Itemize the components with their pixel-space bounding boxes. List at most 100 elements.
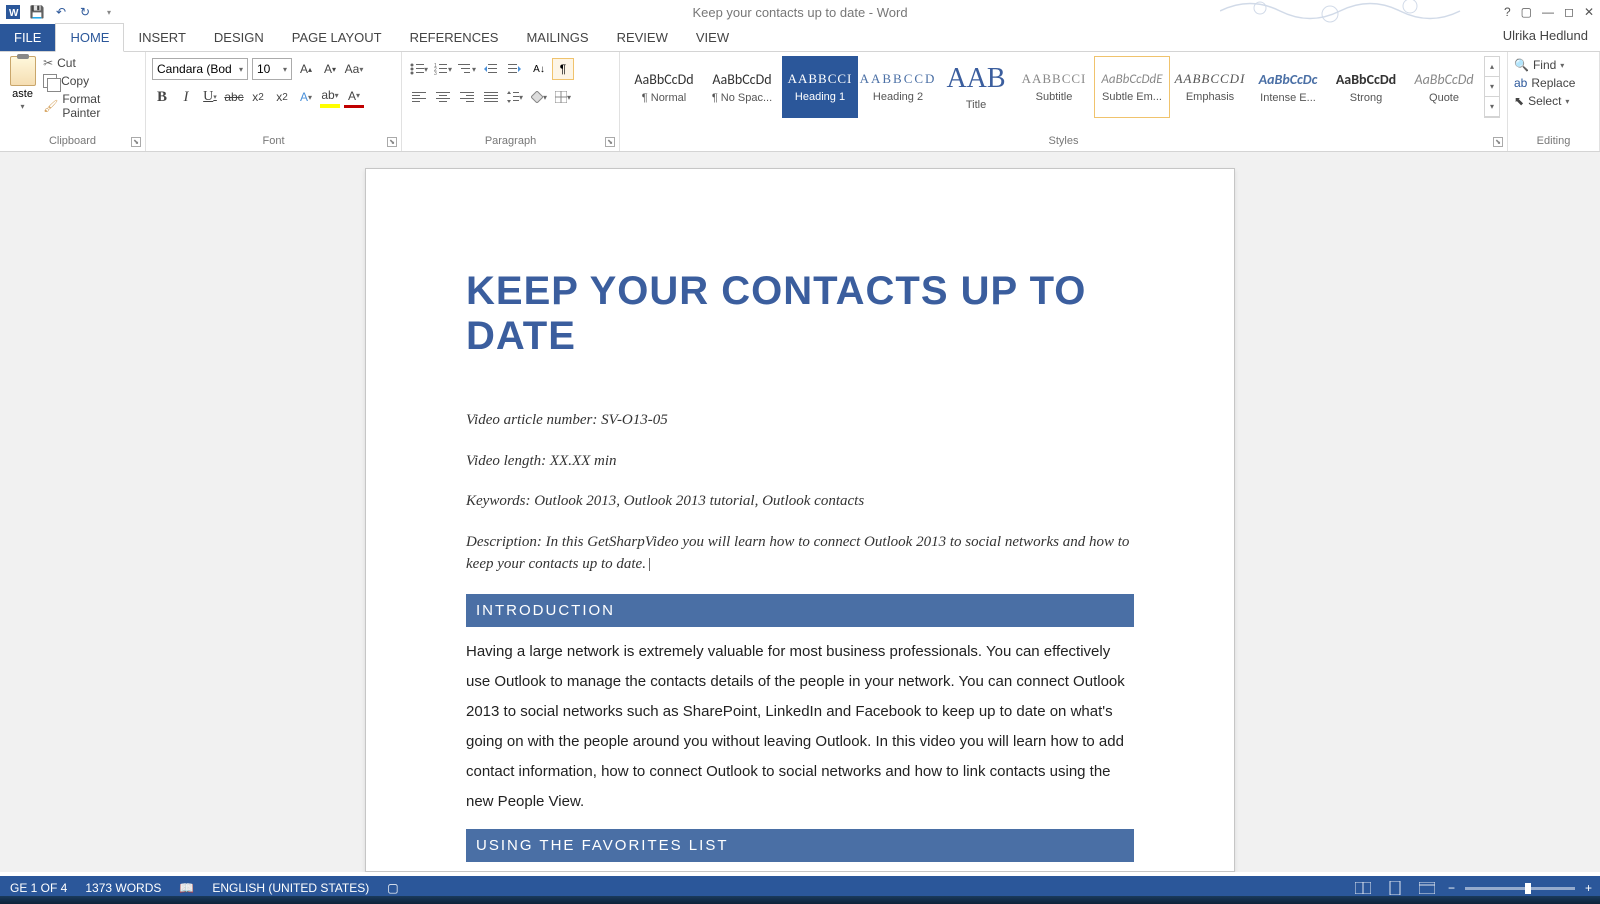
chevron-down-icon: ▾ [21,102,25,111]
multilevel-list-button[interactable]: ▾ [456,58,478,80]
undo-icon[interactable]: ↶ [52,3,70,21]
format-painter-button[interactable]: 🖌Format Painter [43,92,139,120]
style-tile-heading-1[interactable]: AABBCCIHeading 1 [782,56,858,118]
document-area[interactable]: KEEP YOUR CONTACTS UP TO DATE Video arti… [0,152,1600,872]
web-layout-button[interactable] [1416,879,1438,897]
font-launcher[interactable]: ⬊ [387,137,397,147]
grow-font-button[interactable]: A▴ [296,58,316,80]
change-case-button[interactable]: Aa▾ [344,58,364,80]
style-preview: AaBbCcDd [1414,71,1473,88]
style-tile-intense-e-[interactable]: AaBbCcDcIntense E... [1250,56,1326,118]
scissors-icon: ✂ [43,56,53,70]
tab-design[interactable]: DESIGN [200,24,278,51]
style-tile-title[interactable]: AABTitle [938,56,1014,118]
read-mode-button[interactable] [1352,879,1374,897]
style-tile-emphasis[interactable]: AABBCCDIEmphasis [1172,56,1248,118]
select-button[interactable]: ⬉Select▾ [1514,94,1593,108]
bullets-button[interactable]: ▾ [408,58,430,80]
close-icon[interactable]: ✕ [1584,5,1594,19]
replace-label: Replace [1531,76,1575,90]
find-button[interactable]: 🔍Find▾ [1514,58,1593,72]
show-hide-button[interactable]: ¶ [552,58,574,80]
style-tile--normal[interactable]: AaBbCcDd¶ Normal [626,56,702,118]
borders-button[interactable]: ▾ [552,86,574,108]
justify-button[interactable] [480,86,502,108]
superscript-button[interactable]: x2 [272,86,292,108]
style-tile-subtitle[interactable]: AABBCCISubtitle [1016,56,1092,118]
macro-icon[interactable]: ▢ [387,881,398,895]
subscript-button[interactable]: x2 [248,86,268,108]
sort-button[interactable]: A↓ [528,58,550,80]
style-tile--no-spac-[interactable]: AaBbCcDd¶ No Spac... [704,56,780,118]
redo-icon[interactable]: ↻ [76,3,94,21]
group-font: Candara (Bod▾ 10▾ A▴ A▾ Aa▾ B I U▾ abc x… [146,52,402,151]
ribbon-display-icon[interactable]: ▢ [1521,5,1532,19]
align-left-button[interactable] [408,86,430,108]
tab-file[interactable]: FILE [0,24,55,51]
strikethrough-button[interactable]: abc [224,86,244,108]
underline-button[interactable]: U▾ [200,86,220,108]
zoom-slider[interactable] [1465,887,1575,890]
paste-button[interactable]: aste ▾ [6,54,39,120]
style-name-label: ¶ No Spac... [712,92,772,104]
style-preview: AaBbCcDdE [1101,72,1162,87]
scroll-up-icon[interactable]: ▴ [1485,57,1499,77]
group-label-clipboard: Clipboard [6,133,139,151]
replace-button[interactable]: ab Replace [1514,76,1593,90]
line-spacing-button[interactable]: ▾ [504,86,526,108]
zoom-in-button[interactable]: + [1585,881,1592,895]
replace-icon: ab [1514,76,1527,90]
styles-launcher[interactable]: ⬊ [1493,137,1503,147]
align-center-button[interactable] [432,86,454,108]
style-tile-quote[interactable]: AaBbCcDdQuote [1406,56,1482,118]
style-tile-heading-2[interactable]: AABBCCDHeading 2 [860,56,936,118]
cut-button[interactable]: ✂Cut [43,56,139,70]
tab-references[interactable]: REFERENCES [396,24,513,51]
window-controls: ? ▢ — ◻ ✕ [1504,5,1594,19]
style-tile-subtle-em-[interactable]: AaBbCcDdESubtle Em... [1094,56,1170,118]
font-name-combo[interactable]: Candara (Bod▾ [152,58,248,80]
text-effects-button[interactable]: A▾ [296,86,316,108]
styles-scrollbar[interactable]: ▴▾▾ [1484,56,1500,118]
decrease-indent-button[interactable] [480,58,502,80]
style-name-label: Intense E... [1260,92,1316,104]
shading-button[interactable]: ▾ [528,86,550,108]
highlight-button[interactable]: ab▾ [320,86,340,108]
style-tile-strong[interactable]: AaBbCcDdStrong [1328,56,1404,118]
user-name[interactable]: Ulrika Hedlund [1503,28,1588,43]
spellcheck-icon[interactable]: 📖 [179,881,194,895]
select-label: Select [1528,94,1561,108]
shrink-font-button[interactable]: A▾ [320,58,340,80]
tab-mailings[interactable]: MAILINGS [512,24,602,51]
status-page[interactable]: GE 1 OF 4 [10,881,67,895]
status-words[interactable]: 1373 WORDS [85,881,161,895]
numbering-button[interactable]: 123▾ [432,58,454,80]
clipboard-launcher[interactable]: ⬊ [131,137,141,147]
expand-gallery-icon[interactable]: ▾ [1485,97,1499,117]
status-language[interactable]: ENGLISH (UNITED STATES) [212,881,369,895]
tab-insert[interactable]: INSERT [124,24,199,51]
copy-button[interactable]: Copy [43,74,139,88]
save-icon[interactable]: 💾 [28,3,46,21]
copy-icon [43,74,57,88]
tab-page-layout[interactable]: PAGE LAYOUT [278,24,396,51]
bold-button[interactable]: B [152,86,172,108]
zoom-out-button[interactable]: − [1448,881,1455,895]
paragraph-launcher[interactable]: ⬊ [605,137,615,147]
font-size-combo[interactable]: 10▾ [252,58,292,80]
font-color-button[interactable]: A▾ [344,86,364,108]
scroll-down-icon[interactable]: ▾ [1485,77,1499,97]
tab-view[interactable]: VIEW [682,24,743,51]
tab-review[interactable]: REVIEW [603,24,682,51]
tab-home[interactable]: HOME [55,23,124,52]
minimize-icon[interactable]: — [1542,5,1554,19]
align-right-button[interactable] [456,86,478,108]
help-icon[interactable]: ? [1504,5,1511,19]
italic-button[interactable]: I [176,86,196,108]
meta-article-number: Video article number: SV-O13-05 [466,409,1134,432]
qat-dropdown-icon[interactable]: ▾ [100,3,118,21]
increase-indent-button[interactable] [504,58,526,80]
print-layout-button[interactable] [1384,879,1406,897]
style-preview: AABBCCI [788,71,853,87]
maximize-icon[interactable]: ◻ [1564,5,1574,19]
